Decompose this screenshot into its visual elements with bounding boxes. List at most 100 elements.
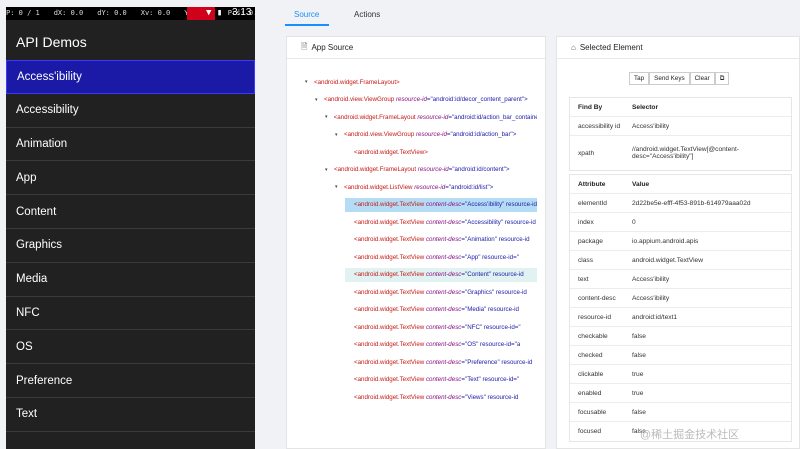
tree-node[interactable]: <android.widget.TextView content-desc="A… — [345, 233, 537, 247]
node-attr-name: resource-id — [415, 131, 447, 138]
node-attr-value: ="Text" resource-id=" — [461, 376, 520, 383]
tree-node[interactable]: <android.widget.TextView content-desc="N… — [345, 320, 537, 334]
row-value[interactable]: false — [624, 327, 791, 345]
node-attr-value: ="Animation" resource-id — [461, 236, 530, 243]
row-key: focused — [578, 428, 602, 435]
tree-node[interactable]: <android.widget.TextView content-desc="A… — [345, 197, 537, 212]
tree-node[interactable]: <android.widget.TextView content-desc="V… — [345, 390, 537, 404]
tree-node-text: <android.widget.TextView content-desc="A… — [354, 201, 537, 208]
tree-node[interactable]: ▾ <android.widget.FrameLayout> — [305, 75, 537, 89]
caret-icon[interactable]: ▾ — [305, 79, 314, 85]
tab-source[interactable]: Source — [294, 10, 319, 19]
tree-node[interactable]: <android.widget.TextView content-desc="A… — [345, 215, 537, 229]
node-tag: <android.widget.TextView — [354, 341, 426, 348]
row-value[interactable]: android.widget.TextView — [624, 251, 791, 269]
node-tag: <android.widget.TextView — [354, 376, 426, 383]
row-value[interactable]: false — [624, 403, 791, 421]
row-value[interactable]: android:id/text1 — [624, 308, 791, 326]
row-value[interactable]: io.appium.android.apis — [624, 232, 791, 250]
row-value[interactable]: 2d22be5e-efff-4f53-891b-614979aaa02d — [624, 194, 791, 212]
table-row: enabled true — [570, 384, 791, 403]
node-tag: <android.widget.TextView — [354, 218, 426, 226]
selected-element-title: Selected Element — [579, 43, 643, 52]
node-attr-value: ="android:id/list"> — [445, 183, 494, 191]
tree-node[interactable]: ▾ <android.widget.ListView resource-id="a… — [335, 180, 537, 194]
tree-node-text: <android.widget.FrameLayout> — [314, 79, 400, 86]
list-item[interactable]: Media — [6, 263, 255, 297]
row-value[interactable]: //android.widget.TextView[@content-desc=… — [624, 136, 791, 170]
tree-node[interactable]: ▾ <android.view.ViewGroup resource-id="an… — [315, 93, 537, 107]
pointer-value: dY: 0.0 — [97, 9, 127, 17]
row-value[interactable]: true — [624, 384, 791, 402]
node-attr-name: resource-id — [395, 96, 427, 103]
header-cell: Value — [632, 180, 650, 188]
row-key: checked — [578, 351, 603, 359]
list-item[interactable]: Graphics — [6, 229, 255, 263]
tree-node[interactable]: ▾ <android.view.ViewGroup resource-id="an… — [335, 128, 537, 142]
list-item[interactable]: Content — [6, 195, 255, 229]
list-item[interactable]: App — [6, 161, 255, 196]
tree-node-text: <android.widget.ListView resource-id="an… — [344, 184, 493, 191]
tree-node[interactable]: <android.widget.TextView content-desc="C… — [345, 267, 537, 282]
tree-node[interactable]: <android.widget.TextView content-desc="M… — [345, 303, 537, 317]
node-tag: <android.widget.TextView> — [354, 148, 428, 156]
node-attr-value: ="App" resource-id=" — [461, 253, 519, 261]
row-key: xpath — [578, 149, 595, 157]
app-bar: API Demos — [6, 20, 255, 60]
list-item[interactable]: NFC — [6, 297, 255, 331]
tree-node[interactable]: <android.widget.TextView content-desc="T… — [345, 373, 537, 387]
caret-icon[interactable]: ▾ — [335, 132, 344, 138]
table-row: checkable false — [570, 327, 791, 346]
row-value[interactable]: Access'ibility — [624, 117, 791, 135]
node-attr-name: content-desc — [425, 306, 462, 313]
row-value[interactable]: 0 — [624, 213, 791, 231]
row-value[interactable]: false — [624, 346, 791, 364]
caret-icon[interactable]: ▾ — [335, 184, 344, 190]
list-item[interactable]: Accessibility — [6, 94, 255, 128]
send-keys-button[interactable]: Send Keys — [649, 72, 690, 85]
tree-node-text: <android.widget.TextView content-desc="V… — [354, 394, 518, 401]
row-value[interactable]: true — [624, 365, 791, 383]
row-value[interactable]: Access'ibility — [624, 270, 791, 288]
row-key: text — [578, 275, 589, 283]
app-title: API Demos — [16, 34, 87, 50]
device-screen[interactable]: P: 0 / 1dX: 0.0dY: 0.0Xv: 0.0Yv: 0.0Prs:… — [6, 7, 255, 449]
list-item[interactable]: Preference — [6, 364, 255, 398]
tree-node[interactable]: ▾ <android.widget.FrameLayout resource-id… — [325, 110, 537, 124]
node-attr-value: ="Content" resource-id — [461, 271, 524, 278]
tree-node[interactable]: <android.widget.TextView> — [345, 145, 537, 159]
header-cell: Find By — [578, 103, 603, 111]
tree-node-text: <android.view.ViewGroup resource-id="and… — [344, 131, 516, 138]
node-tag: <android.widget.FrameLayout — [334, 166, 418, 173]
tree-node-text: <android.widget.TextView content-desc="O… — [354, 341, 520, 348]
caret-icon[interactable]: ▾ — [315, 97, 324, 103]
tree-node[interactable]: ▾ <android.widget.FrameLayout resource-id… — [325, 163, 537, 177]
caret-icon[interactable]: ▾ — [325, 114, 334, 120]
node-attr-value: ="NFC" resource-id=" — [461, 323, 521, 331]
watermark: @稀土掘金技术社区 — [640, 429, 740, 441]
caret-icon[interactable]: ▾ — [325, 167, 334, 173]
list-item[interactable]: Access'ibility — [6, 60, 255, 94]
tree-node[interactable]: <android.widget.TextView content-desc="O… — [345, 338, 537, 352]
list-item[interactable]: Animation — [6, 128, 255, 162]
attributes-table: Attribute Value elementId 2d22be5e-efff-4f5… — [569, 174, 792, 442]
clear-button[interactable]: Clear — [689, 72, 715, 85]
row-key: content-desc — [578, 294, 616, 302]
list-item[interactable]: Text — [6, 398, 255, 432]
tree-node[interactable]: <android.widget.TextView content-desc="G… — [345, 285, 537, 299]
table-row: elementId 2d22be5e-efff-4f53-891b-614979a… — [570, 194, 791, 213]
tap-button[interactable]: Tap — [629, 72, 650, 85]
table-row: focusable false — [570, 403, 791, 422]
copy-xml-button[interactable]: ⧉ — [714, 72, 730, 85]
node-tag: <android.widget.TextView — [354, 271, 426, 278]
list-item[interactable]: OS — [6, 330, 255, 365]
tree-node-text: <android.widget.TextView content-desc="T… — [354, 376, 519, 383]
tree-node[interactable]: <android.widget.TextView content-desc="A… — [345, 250, 537, 264]
tree-node[interactable]: <android.widget.TextView content-desc="P… — [345, 355, 537, 369]
node-tag: <android.widget.TextView — [354, 288, 426, 296]
row-value[interactable]: Access'ibility — [624, 289, 791, 307]
tab-actions[interactable]: Actions — [354, 10, 380, 19]
header-cell: Selector — [632, 103, 659, 111]
tag-icon: ⌂ — [571, 43, 576, 52]
node-attr-name: content-desc — [425, 288, 462, 296]
